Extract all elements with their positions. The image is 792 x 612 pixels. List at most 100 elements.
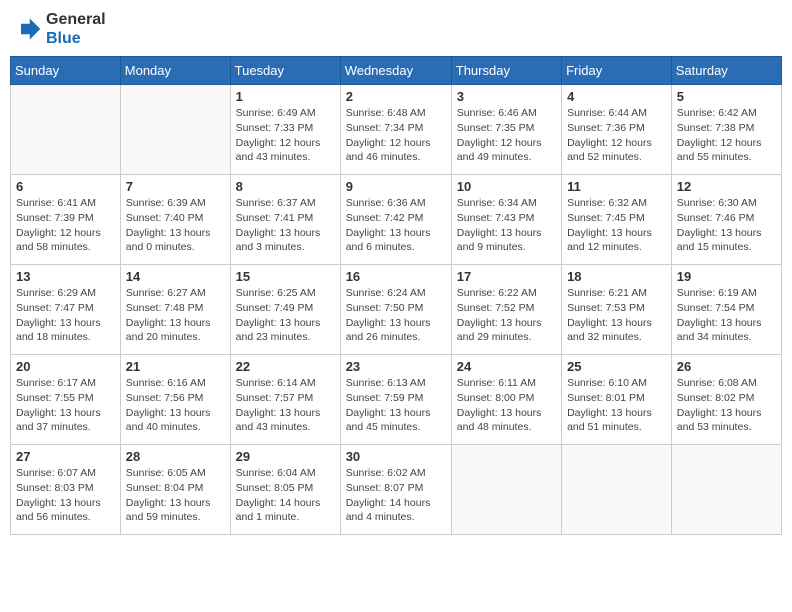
calendar-cell: [120, 85, 230, 175]
day-number: 14: [126, 269, 225, 284]
day-info: Sunrise: 6:22 AMSunset: 7:52 PMDaylight:…: [457, 286, 556, 345]
day-number: 12: [677, 179, 776, 194]
page-header: General Blue: [10, 10, 782, 48]
day-info: Sunrise: 6:41 AMSunset: 7:39 PMDaylight:…: [16, 196, 115, 255]
day-number: 7: [126, 179, 225, 194]
day-info: Sunrise: 6:48 AMSunset: 7:34 PMDaylight:…: [346, 106, 446, 165]
calendar-cell: 27Sunrise: 6:07 AMSunset: 8:03 PMDayligh…: [11, 445, 121, 535]
day-info: Sunrise: 6:49 AMSunset: 7:33 PMDaylight:…: [236, 106, 335, 165]
calendar-cell: 28 Sunrise: 6:05 AMSunset: 8:04 PMDayligh…: [120, 445, 230, 535]
day-info: Sunrise: 6:39 AMSunset: 7:40 PMDaylight:…: [126, 196, 225, 255]
day-number: 13: [16, 269, 115, 284]
weekday-friday: Friday: [562, 57, 672, 85]
day-info: Sunrise: 6:10 AMSunset: 8:01 PMDaylight:…: [567, 376, 666, 435]
day-number: 19: [677, 269, 776, 284]
calendar-cell: 5 Sunrise: 6:42 AMSunset: 7:38 PMDaylight…: [671, 85, 781, 175]
day-number: 5: [677, 89, 776, 104]
day-number: 20: [16, 359, 115, 374]
calendar-cell: 12 Sunrise: 6:30 AMSunset: 7:46 PMDayligh…: [671, 175, 781, 265]
calendar-cell: [11, 85, 121, 175]
calendar-cell: 26 Sunrise: 6:08 AMSunset: 8:02 PMDayligh…: [671, 355, 781, 445]
day-info: Sunrise: 6:36 AMSunset: 7:42 PMDaylight:…: [346, 196, 446, 255]
day-info: Sunrise: 6:16 AMSunset: 7:56 PMDaylight:…: [126, 376, 225, 435]
day-info: Sunrise: 6:42 AMSunset: 7:38 PMDaylight:…: [677, 106, 776, 165]
day-info: Sunrise: 6:13 AMSunset: 7:59 PMDaylight:…: [346, 376, 446, 435]
day-number: 17: [457, 269, 556, 284]
weekday-saturday: Saturday: [671, 57, 781, 85]
calendar-cell: 3Sunrise: 6:46 AMSunset: 7:35 PMDaylight…: [451, 85, 561, 175]
calendar-week-5: 27Sunrise: 6:07 AMSunset: 8:03 PMDayligh…: [11, 445, 782, 535]
day-number: 28: [126, 449, 225, 464]
calendar-cell: 13 Sunrise: 6:29 AMSunset: 7:47 PMDayligh…: [11, 265, 121, 355]
day-info: Sunrise: 6:08 AMSunset: 8:02 PMDaylight:…: [677, 376, 776, 435]
day-info: Sunrise: 6:30 AMSunset: 7:46 PMDaylight:…: [677, 196, 776, 255]
weekday-monday: Monday: [120, 57, 230, 85]
calendar-cell: 2 Sunrise: 6:48 AMSunset: 7:34 PMDaylight…: [340, 85, 451, 175]
day-number: 26: [677, 359, 776, 374]
day-info: Sunrise: 6:29 AMSunset: 7:47 PMDaylight:…: [16, 286, 115, 345]
calendar-cell: 21 Sunrise: 6:16 AMSunset: 7:56 PMDayligh…: [120, 355, 230, 445]
day-info: Sunrise: 6:27 AMSunset: 7:48 PMDaylight:…: [126, 286, 225, 345]
day-number: 1: [236, 89, 335, 104]
day-info: Sunrise: 6:32 AMSunset: 7:45 PMDaylight:…: [567, 196, 666, 255]
calendar-cell: [671, 445, 781, 535]
calendar-cell: 1 Sunrise: 6:49 AMSunset: 7:33 PMDaylight…: [230, 85, 340, 175]
calendar-cell: 7 Sunrise: 6:39 AMSunset: 7:40 PMDaylight…: [120, 175, 230, 265]
day-number: 21: [126, 359, 225, 374]
calendar-cell: 10 Sunrise: 6:34 AMSunset: 7:43 PMDayligh…: [451, 175, 561, 265]
day-info: Sunrise: 6:19 AMSunset: 7:54 PMDaylight:…: [677, 286, 776, 345]
day-number: 2: [346, 89, 446, 104]
day-number: 23: [346, 359, 446, 374]
logo-icon: [14, 15, 42, 43]
calendar-week-3: 13 Sunrise: 6:29 AMSunset: 7:47 PMDayligh…: [11, 265, 782, 355]
weekday-thursday: Thursday: [451, 57, 561, 85]
day-info: Sunrise: 6:04 AMSunset: 8:05 PMDaylight:…: [236, 466, 335, 525]
weekday-tuesday: Tuesday: [230, 57, 340, 85]
day-number: 15: [236, 269, 335, 284]
calendar-cell: 18Sunrise: 6:21 AMSunset: 7:53 PMDayligh…: [562, 265, 672, 355]
day-info: Sunrise: 6:05 AMSunset: 8:04 PMDaylight:…: [126, 466, 225, 525]
day-info: Sunrise: 6:44 AMSunset: 7:36 PMDaylight:…: [567, 106, 666, 165]
calendar-cell: 17 Sunrise: 6:22 AMSunset: 7:52 PMDayligh…: [451, 265, 561, 355]
calendar-cell: 15 Sunrise: 6:25 AMSunset: 7:49 PMDayligh…: [230, 265, 340, 355]
logo-text: General Blue: [46, 10, 106, 48]
day-info: Sunrise: 6:46 AMSunset: 7:35 PMDaylight:…: [457, 106, 556, 165]
day-number: 8: [236, 179, 335, 194]
day-info: Sunrise: 6:21 AMSunset: 7:53 PMDaylight:…: [567, 286, 666, 345]
day-number: 22: [236, 359, 335, 374]
logo: General Blue: [14, 10, 106, 48]
calendar-cell: 4 Sunrise: 6:44 AMSunset: 7:36 PMDaylight…: [562, 85, 672, 175]
calendar-cell: 24Sunrise: 6:11 AMSunset: 8:00 PMDayligh…: [451, 355, 561, 445]
calendar-week-1: 1 Sunrise: 6:49 AMSunset: 7:33 PMDaylight…: [11, 85, 782, 175]
weekday-wednesday: Wednesday: [340, 57, 451, 85]
calendar-cell: 16Sunrise: 6:24 AMSunset: 7:50 PMDayligh…: [340, 265, 451, 355]
calendar-cell: 30 Sunrise: 6:02 AMSunset: 8:07 PMDayligh…: [340, 445, 451, 535]
day-number: 25: [567, 359, 666, 374]
day-number: 27: [16, 449, 115, 464]
weekday-header-row: SundayMondayTuesdayWednesdayThursdayFrid…: [11, 57, 782, 85]
calendar-cell: 8 Sunrise: 6:37 AMSunset: 7:41 PMDaylight…: [230, 175, 340, 265]
calendar-cell: 25 Sunrise: 6:10 AMSunset: 8:01 PMDayligh…: [562, 355, 672, 445]
day-info: Sunrise: 6:17 AMSunset: 7:55 PMDaylight:…: [16, 376, 115, 435]
day-number: 10: [457, 179, 556, 194]
calendar-cell: [451, 445, 561, 535]
calendar-cell: 19 Sunrise: 6:19 AMSunset: 7:54 PMDayligh…: [671, 265, 781, 355]
day-number: 24: [457, 359, 556, 374]
calendar-table: SundayMondayTuesdayWednesdayThursdayFrid…: [10, 56, 782, 535]
calendar-cell: 20 Sunrise: 6:17 AMSunset: 7:55 PMDayligh…: [11, 355, 121, 445]
day-info: Sunrise: 6:37 AMSunset: 7:41 PMDaylight:…: [236, 196, 335, 255]
calendar-cell: [562, 445, 672, 535]
day-number: 30: [346, 449, 446, 464]
day-info: Sunrise: 6:24 AMSunset: 7:50 PMDaylight:…: [346, 286, 446, 345]
weekday-sunday: Sunday: [11, 57, 121, 85]
calendar-cell: 14 Sunrise: 6:27 AMSunset: 7:48 PMDayligh…: [120, 265, 230, 355]
day-info: Sunrise: 6:02 AMSunset: 8:07 PMDaylight:…: [346, 466, 446, 525]
calendar-cell: 22 Sunrise: 6:14 AMSunset: 7:57 PMDayligh…: [230, 355, 340, 445]
day-number: 4: [567, 89, 666, 104]
day-number: 9: [346, 179, 446, 194]
day-info: Sunrise: 6:14 AMSunset: 7:57 PMDaylight:…: [236, 376, 335, 435]
day-info: Sunrise: 6:34 AMSunset: 7:43 PMDaylight:…: [457, 196, 556, 255]
day-info: Sunrise: 6:25 AMSunset: 7:49 PMDaylight:…: [236, 286, 335, 345]
day-number: 6: [16, 179, 115, 194]
calendar-cell: 23 Sunrise: 6:13 AMSunset: 7:59 PMDayligh…: [340, 355, 451, 445]
